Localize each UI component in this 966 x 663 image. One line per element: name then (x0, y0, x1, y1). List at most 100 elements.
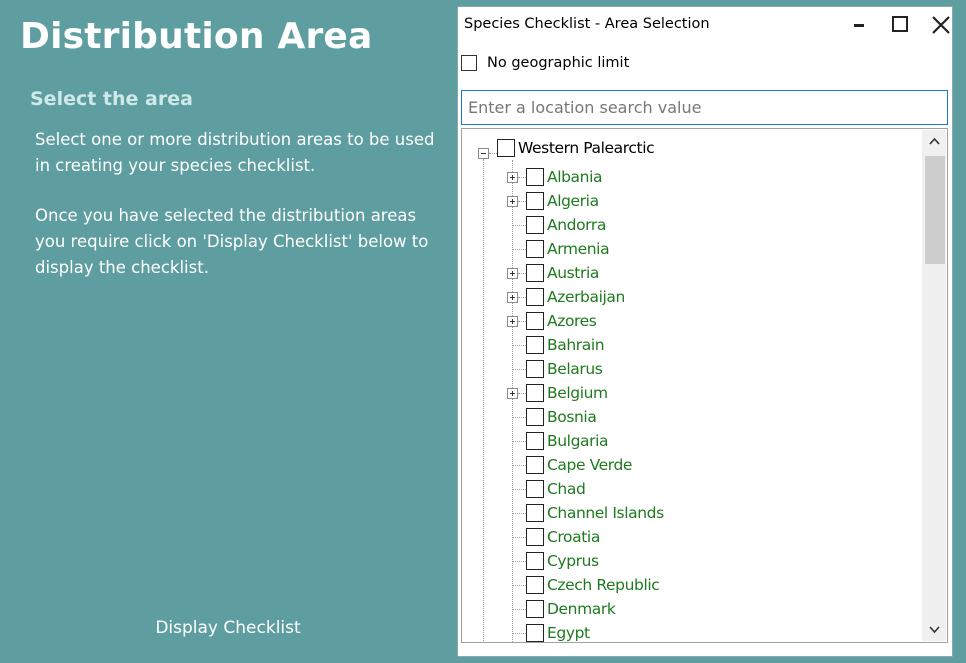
tree-item-checkbox[interactable] (526, 624, 544, 642)
expand-icon[interactable] (507, 196, 518, 207)
tree-item-checkbox[interactable] (526, 600, 544, 618)
tree-item[interactable]: Bulgaria (526, 429, 608, 453)
tree-scrollbar[interactable] (922, 130, 946, 641)
expand-icon[interactable] (507, 292, 518, 303)
tree-item[interactable]: Denmark (526, 597, 616, 621)
tree-item-checkbox[interactable] (526, 504, 544, 522)
tree-item[interactable]: Croatia (526, 525, 600, 549)
tree-item[interactable]: Chad (526, 477, 586, 501)
tree-item[interactable]: Cape Verde (526, 453, 632, 477)
expand-icon[interactable] (507, 316, 518, 327)
tree-item[interactable]: Armenia (526, 237, 610, 261)
root-checkbox[interactable] (497, 139, 515, 157)
tree-connector (512, 585, 526, 586)
tree-connector (512, 441, 526, 442)
scroll-down-button[interactable] (922, 620, 946, 640)
tree-connector (512, 489, 526, 490)
no-geographic-limit-option[interactable]: No geographic limit (461, 53, 629, 73)
tree-item-label: Algeria (547, 192, 599, 210)
tree-item-label: Bosnia (547, 408, 597, 426)
page-title: Distribution Area (20, 16, 373, 57)
tree-item-checkbox[interactable] (526, 336, 544, 354)
scroll-thumb[interactable] (925, 156, 945, 264)
tree-root-node[interactable]: Western Palearctic (497, 136, 655, 160)
tree-item-checkbox[interactable] (526, 216, 544, 234)
close-button[interactable] (926, 11, 958, 39)
expand-icon[interactable] (507, 172, 518, 183)
maximize-icon (892, 16, 908, 32)
tree-item[interactable]: Albania (526, 165, 602, 189)
tree-item[interactable]: Austria (526, 261, 599, 285)
tree-item[interactable]: Channel Islands (526, 501, 664, 525)
tree-item-label: Czech Republic (547, 576, 660, 594)
tree-item-checkbox[interactable] (526, 408, 544, 426)
tree-item-checkbox[interactable] (526, 480, 544, 498)
root-label: Western Palearctic (518, 139, 655, 157)
collapse-root-icon[interactable] (478, 148, 489, 159)
tree-item[interactable]: Azerbaijan (526, 285, 625, 309)
tree-item-checkbox[interactable] (526, 360, 544, 378)
tree-item-label: Andorra (547, 216, 606, 234)
tree-connector (512, 465, 526, 466)
tree-connector (512, 633, 526, 634)
tree-connector (512, 417, 526, 418)
tree-item-label: Armenia (547, 240, 610, 258)
tree-connector (512, 561, 526, 562)
tree-connector (512, 513, 526, 514)
dialog-titlebar[interactable]: Species Checklist - Area Selection (458, 7, 952, 43)
tree-item-checkbox[interactable] (526, 288, 544, 306)
tree-item-label: Albania (547, 168, 603, 186)
tree-item-label: Belgium (547, 384, 608, 402)
tree-item-label: Cyprus (547, 552, 599, 570)
tree-item-checkbox[interactable] (526, 192, 544, 210)
instructions-paragraph-1: Select one or more distribution areas to… (35, 130, 435, 175)
tree-connector (518, 393, 526, 394)
no-geographic-limit-checkbox[interactable] (461, 55, 477, 71)
tree-item-checkbox[interactable] (526, 384, 544, 402)
tree-item-label: Croatia (547, 528, 600, 546)
tree-item-checkbox[interactable] (526, 576, 544, 594)
maximize-button[interactable] (886, 11, 918, 39)
tree-item-checkbox[interactable] (526, 552, 544, 570)
tree-item-label: Bulgaria (547, 432, 609, 450)
tree-item-checkbox[interactable] (526, 312, 544, 330)
tree-item-checkbox[interactable] (526, 456, 544, 474)
tree-item[interactable]: Bosnia (526, 405, 597, 429)
tree-item-label: Bahrain (547, 336, 605, 354)
expand-icon[interactable] (507, 388, 518, 399)
tree-item[interactable]: Algeria (526, 189, 599, 213)
tree-item[interactable]: Belarus (526, 357, 603, 381)
tree-item-checkbox[interactable] (526, 168, 544, 186)
tree-item-checkbox[interactable] (526, 264, 544, 282)
tree-connector (512, 225, 526, 226)
display-checklist-button[interactable]: Display Checklist (140, 613, 316, 643)
tree-item[interactable]: Azores (526, 309, 597, 333)
location-search-input[interactable] (461, 90, 948, 125)
tree-item[interactable]: Belgium (526, 381, 608, 405)
tree-item-label: Channel Islands (547, 504, 664, 522)
tree-item-label: Chad (547, 480, 586, 498)
tree-connector (518, 201, 526, 202)
tree-item[interactable]: Andorra (526, 213, 606, 237)
chevron-down-icon (929, 626, 940, 634)
tree-item-checkbox[interactable] (526, 432, 544, 450)
tree-item[interactable]: Cyprus (526, 549, 599, 573)
tree-item[interactable]: Bahrain (526, 333, 605, 357)
tree-item[interactable]: Egypt (526, 621, 590, 642)
tree-connector (512, 537, 526, 538)
tree-item[interactable]: Czech Republic (526, 573, 660, 597)
tree-item-checkbox[interactable] (526, 240, 544, 258)
dialog-title: Species Checklist - Area Selection (464, 16, 710, 32)
tree-item-checkbox[interactable] (526, 528, 544, 546)
tree-item-label: Belarus (547, 360, 603, 378)
tree-connector (512, 160, 513, 642)
tree-connector (512, 249, 526, 250)
chevron-up-icon (929, 137, 940, 145)
no-geographic-limit-label: No geographic limit (487, 55, 630, 71)
tree-item-label: Denmark (547, 600, 616, 618)
scroll-up-button[interactable] (922, 131, 946, 151)
minimize-icon (854, 24, 864, 27)
expand-icon[interactable] (507, 268, 518, 279)
minimize-button[interactable] (844, 11, 876, 39)
tree-item-label: Egypt (547, 624, 590, 642)
